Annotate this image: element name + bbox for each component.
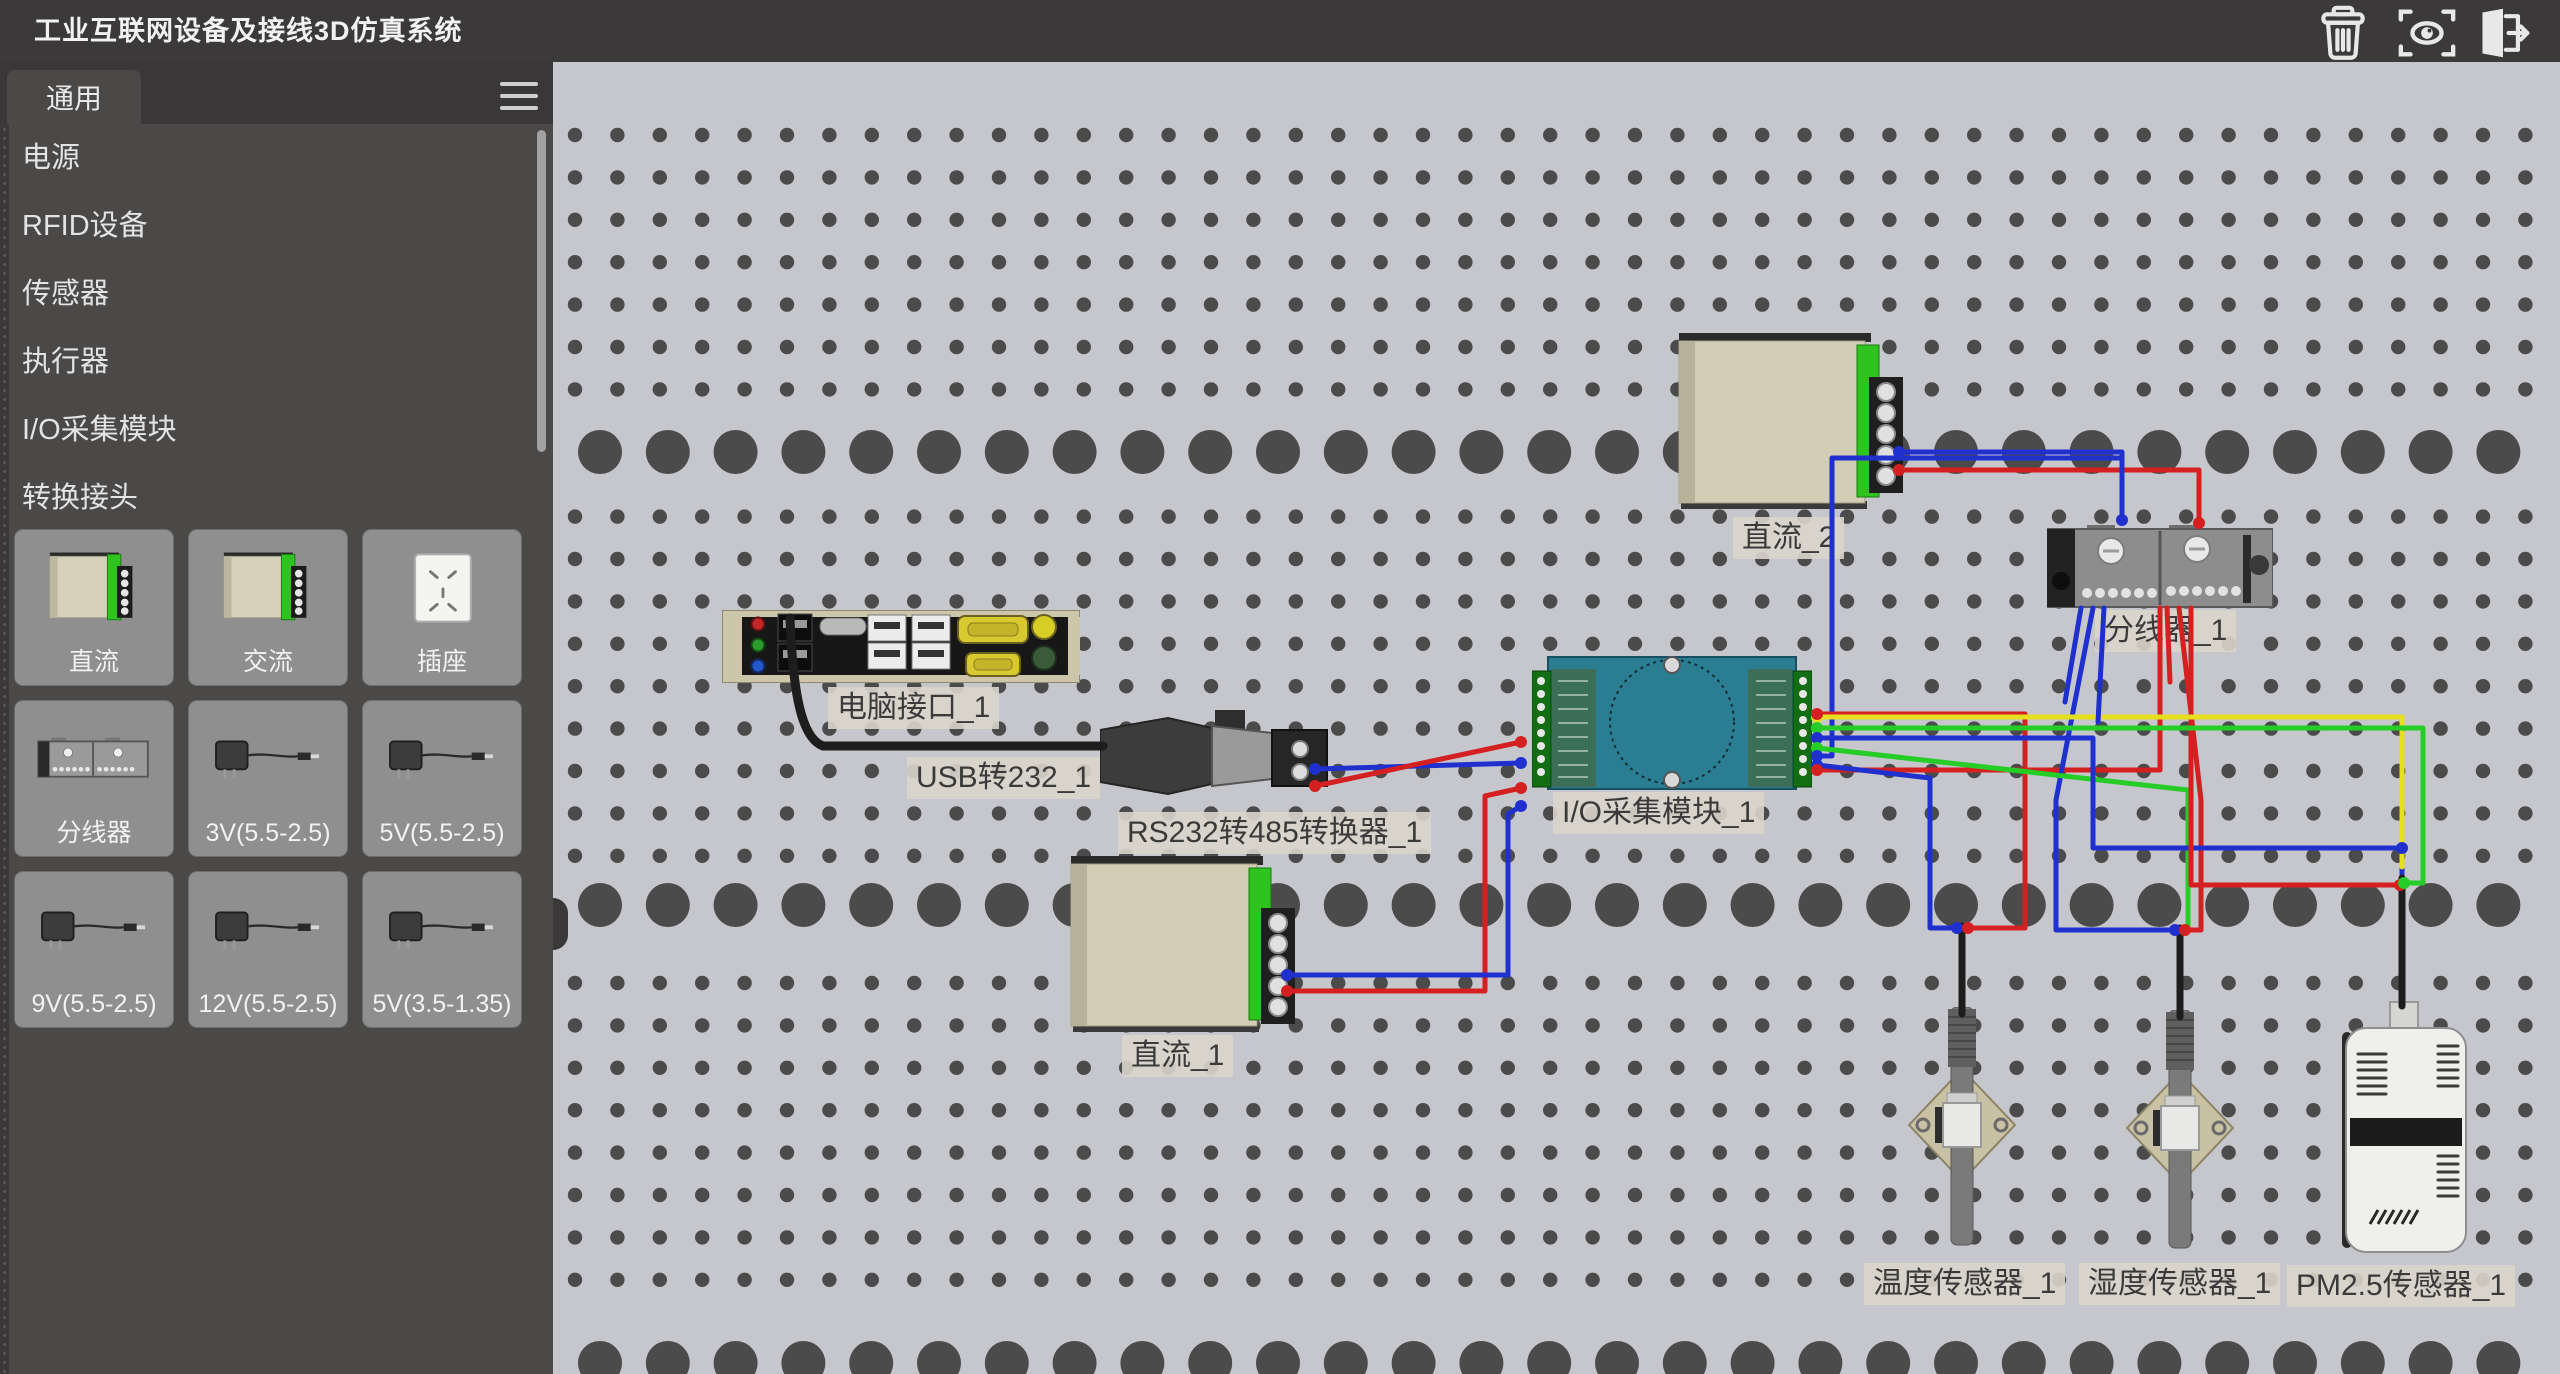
device-card-dc-1[interactable]: 交流 [188,529,348,686]
device-humid-sensor[interactable] [2125,1010,2235,1265]
card-label: 3V(5.5-2.5) [205,818,330,848]
device-card-socket-2[interactable]: 插座 [362,529,522,686]
card-label: 分线器 [56,818,131,848]
sidebar-item-5[interactable]: 转换接头 [0,464,530,532]
app-window: 工业互联网设备及接线3D仿真系统 [0,0,2560,1374]
view-icon[interactable] [2396,5,2458,61]
sidebar-item-2[interactable]: 传感器 [0,260,530,328]
sidebar-item-1[interactable]: RFID设备 [0,192,530,260]
device-card-adapter-5[interactable]: 5V(5.5-2.5) [362,700,522,857]
dc-thumbnail-icon [15,530,173,647]
sidebar-item-3[interactable]: 执行器 [0,328,530,396]
probe-sensor-graphic [2125,1010,2235,1260]
device-card-grid: 直流 交流 插座分线器 3V(5.5-2.5) 5V(5.5-2.5) 9V(5.5-2.… [14,529,522,1028]
device-splitter[interactable] [2047,525,2273,614]
adapter-thumbnail-icon [189,701,347,818]
rs232-485-graphic [1100,700,1350,810]
card-label: 5V(5.5-2.5) [379,818,504,848]
adapter-thumbnail-icon [15,872,173,989]
device-label: 分线器_1 [2095,610,2236,652]
dc-module-graphic [1065,856,1297,1034]
device-label: USB转232_1 [907,757,1100,799]
device-label: 直流_1 [1122,1035,1233,1077]
sidebar-item-4[interactable]: I/O采集模块 [0,396,530,464]
device-card-adapter-8[interactable]: 5V(3.5-1.35) [362,871,522,1028]
device-pm25-sensor[interactable] [2340,1000,2470,1261]
adapter-thumbnail-icon [189,872,347,989]
tab-general[interactable]: 通用 [7,70,141,124]
device-label: 湿度传感器_1 [2079,1263,2280,1305]
simulation-canvas[interactable]: 电脑接口_1 USB转232_1 RS232转485转换器_1 I/O采集模块_… [553,62,2560,1374]
device-io-module[interactable] [1532,655,1812,796]
dc-thumbnail-icon [189,530,347,647]
card-label: 9V(5.5-2.5) [31,989,156,1019]
device-pc-panel[interactable] [722,610,1080,688]
splitter-thumbnail-icon [15,701,173,818]
adapter-thumbnail-icon [363,872,521,989]
device-card-splitter-3[interactable]: 分线器 [14,700,174,857]
device-card-adapter-6[interactable]: 9V(5.5-2.5) [14,871,174,1028]
tab-strip: 通用 [0,62,553,124]
sidebar-menu: 电源RFID设备传感器执行器I/O采集模块转换接头 [0,124,530,532]
title-bar: 工业互联网设备及接线3D仿真系统 [0,0,2560,62]
pc-panel-graphic [722,610,1080,683]
device-label: PM2.5传感器_1 [2287,1265,2515,1307]
device-label: 直流_2 [1733,517,1844,559]
device-label: 电脑接口_1 [828,687,999,729]
probe-sensor-graphic [1907,1007,2017,1257]
device-dc1[interactable] [1065,856,1297,1039]
device-card-dc-0[interactable]: 直流 [14,529,174,686]
dc-module-graphic [1673,333,1905,511]
scrollbar-thumb[interactable] [537,130,546,452]
hamburger-icon[interactable] [500,82,538,114]
sidebar-collapse-handle[interactable] [553,898,568,950]
adapter-thumbnail-icon [363,701,521,818]
device-card-adapter-7[interactable]: 12V(5.5-2.5) [188,871,348,1028]
device-dc2[interactable] [1673,333,1905,516]
socket-thumbnail-icon [363,530,521,647]
splitter-graphic [2047,525,2273,609]
sidebar-item-0[interactable]: 电源 [0,124,530,192]
io-module-graphic [1532,655,1812,791]
device-card-adapter-4[interactable]: 3V(5.5-2.5) [188,700,348,857]
trash-icon[interactable] [2312,5,2374,61]
device-label: I/O采集模块_1 [1553,792,1764,834]
card-label: 12V(5.5-2.5) [199,989,338,1019]
device-label: 温度传感器_1 [1864,1263,2065,1305]
device-rs232-485-converter[interactable] [1100,700,1350,815]
exit-icon[interactable] [2472,5,2534,61]
card-label: 直流 [69,647,119,677]
card-label: 交流 [243,647,293,677]
card-label: 5V(3.5-1.35) [373,989,512,1019]
pm25-graphic [2340,1000,2470,1256]
sidebar: 通用 电源RFID设备传感器执行器I/O采集模块转换接头 直流 交流 插座分线器 3V… [0,62,553,1374]
device-label: RS232转485转换器_1 [1118,812,1431,854]
device-temp-sensor[interactable] [1907,1007,2017,1262]
card-label: 插座 [417,647,467,677]
page-title: 工业互联网设备及接线3D仿真系统 [34,0,463,62]
